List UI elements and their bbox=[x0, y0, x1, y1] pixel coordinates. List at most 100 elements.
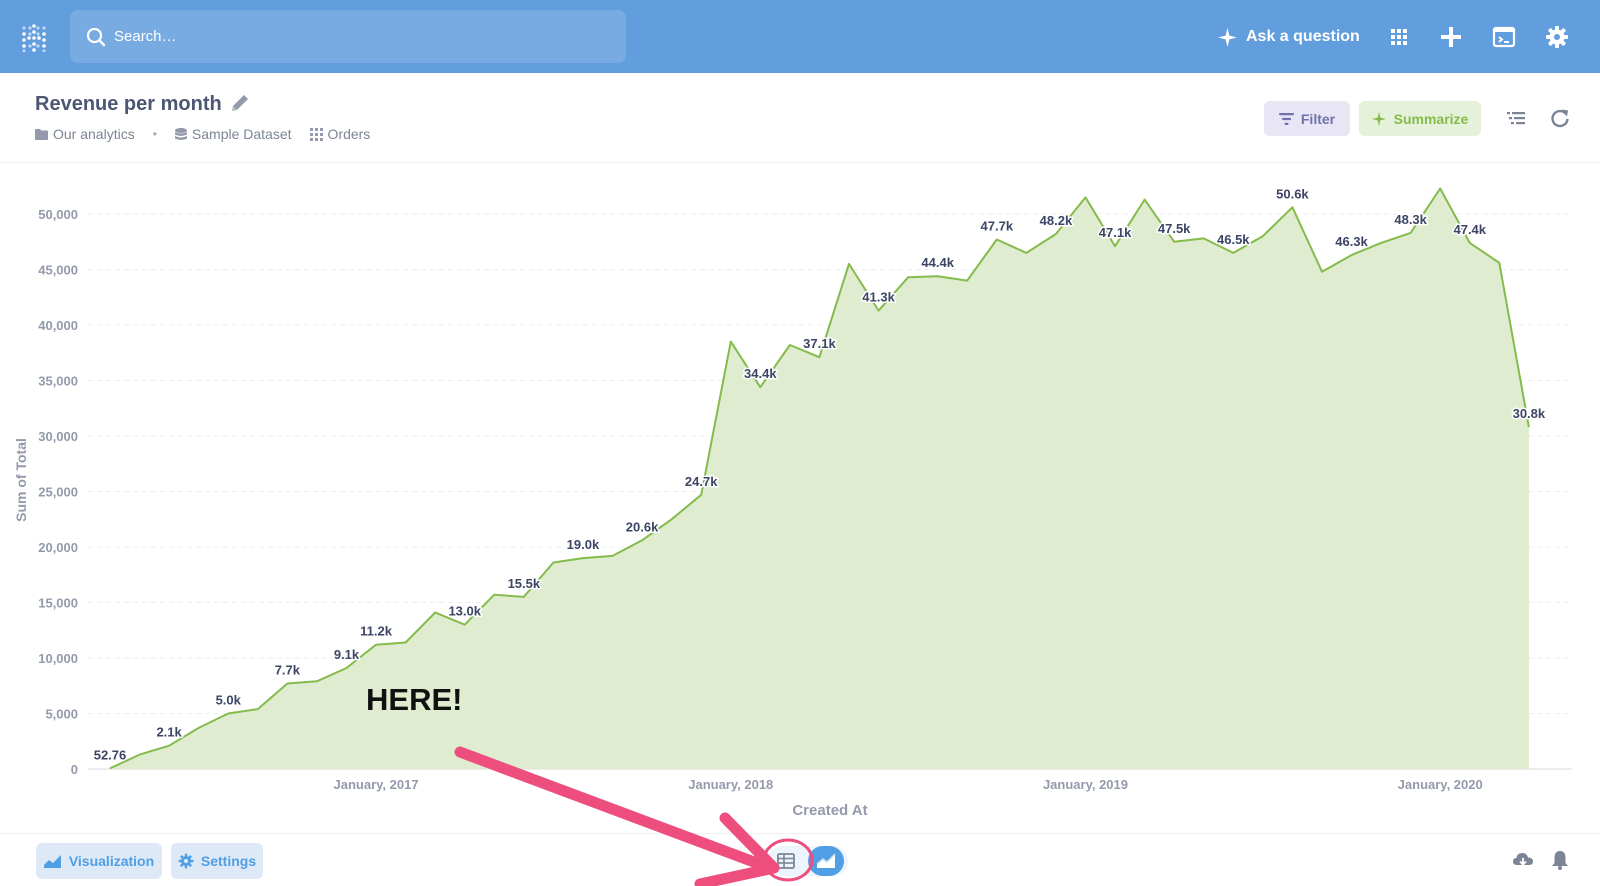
data-point[interactable] bbox=[1052, 230, 1060, 238]
data-point[interactable] bbox=[461, 621, 469, 629]
area-chart-icon bbox=[43, 854, 61, 868]
refresh-icon[interactable] bbox=[1549, 107, 1571, 129]
chart-area: 0 5,000 10,000 15,000 20,000 25,000 30,000 35,0… bbox=[0, 164, 1600, 832]
data-point[interactable] bbox=[195, 724, 203, 732]
data-point[interactable] bbox=[1081, 193, 1089, 201]
data-point[interactable] bbox=[106, 764, 114, 772]
filter-icon bbox=[1278, 112, 1294, 125]
sql-editor-icon[interactable] bbox=[1491, 24, 1517, 50]
summarize-button[interactable]: Summarize bbox=[1359, 101, 1481, 136]
data-point[interactable] bbox=[313, 677, 321, 685]
data-label: 52.76 bbox=[94, 747, 127, 762]
area-chart: 0 5,000 10,000 15,000 20,000 25,000 30,000 35,0… bbox=[13, 184, 1572, 819]
breadcrumb-table[interactable]: Orders bbox=[309, 126, 370, 142]
data-point[interactable] bbox=[1229, 249, 1237, 257]
data-point[interactable] bbox=[904, 273, 912, 281]
data-point[interactable] bbox=[283, 680, 291, 688]
data-point[interactable] bbox=[136, 751, 144, 759]
data-label: 11.2k bbox=[360, 624, 393, 639]
settings-button[interactable]: Settings bbox=[171, 843, 263, 879]
search-icon bbox=[86, 27, 106, 46]
data-point[interactable] bbox=[1348, 251, 1356, 259]
data-label: 41.3k bbox=[862, 290, 895, 305]
data-label: 44.4k bbox=[921, 255, 954, 270]
annotation-label: HERE! bbox=[366, 682, 463, 717]
data-point[interactable] bbox=[668, 515, 676, 523]
data-point[interactable] bbox=[254, 705, 262, 713]
data-point[interactable] bbox=[1466, 239, 1474, 247]
plus-icon[interactable] bbox=[1438, 24, 1464, 50]
data-point[interactable] bbox=[815, 353, 823, 361]
view-toggle bbox=[768, 846, 848, 876]
data-point[interactable] bbox=[579, 554, 587, 562]
table-grid-icon bbox=[309, 127, 323, 141]
x-axis-label[interactable]: Created At bbox=[792, 802, 867, 819]
table-view-icon[interactable] bbox=[774, 849, 798, 873]
breadcrumb-collection[interactable]: Our analytics bbox=[35, 126, 135, 142]
data-point[interactable] bbox=[402, 638, 410, 646]
data-point[interactable] bbox=[1436, 184, 1444, 192]
data-point[interactable] bbox=[993, 236, 1001, 244]
ask-question-button[interactable]: Ask a question bbox=[1218, 24, 1360, 50]
data-point[interactable] bbox=[342, 664, 350, 672]
breadcrumb-separator: • bbox=[152, 127, 157, 141]
filter-button[interactable]: Filter bbox=[1264, 101, 1350, 136]
data-point[interactable] bbox=[1525, 423, 1533, 431]
data-point[interactable] bbox=[1111, 242, 1119, 250]
y-tick-label: 10,000 bbox=[38, 651, 78, 666]
data-point[interactable] bbox=[165, 742, 173, 750]
y-tick-label: 50,000 bbox=[38, 207, 78, 222]
data-point[interactable] bbox=[1377, 239, 1385, 247]
data-point[interactable] bbox=[224, 710, 232, 718]
y-tick-label: 45,000 bbox=[38, 263, 78, 278]
y-tick-label: 25,000 bbox=[38, 485, 78, 500]
data-point[interactable] bbox=[786, 341, 794, 349]
notebook-editor-icon[interactable] bbox=[1505, 107, 1527, 129]
data-point[interactable] bbox=[1200, 234, 1208, 242]
sparkle-icon bbox=[1218, 27, 1237, 47]
data-point[interactable] bbox=[1495, 259, 1503, 267]
y-axis-label[interactable]: Sum of Total bbox=[13, 438, 29, 522]
data-point[interactable] bbox=[845, 260, 853, 268]
download-icon[interactable] bbox=[1512, 849, 1534, 871]
data-point[interactable] bbox=[697, 491, 705, 499]
data-point[interactable] bbox=[1288, 203, 1296, 211]
data-point[interactable] bbox=[520, 593, 528, 601]
data-point[interactable] bbox=[638, 536, 646, 544]
metabase-logo-icon[interactable] bbox=[20, 24, 48, 52]
data-label: 19.0k bbox=[567, 537, 600, 552]
data-label: 9.1k bbox=[334, 647, 360, 662]
data-point[interactable] bbox=[1141, 196, 1149, 204]
gear-icon[interactable] bbox=[1544, 24, 1570, 50]
breadcrumb-database[interactable]: Sample Dataset bbox=[174, 126, 292, 142]
pencil-icon[interactable] bbox=[228, 91, 252, 115]
search-input[interactable] bbox=[114, 28, 594, 45]
data-point[interactable] bbox=[1170, 238, 1178, 246]
data-point[interactable] bbox=[431, 608, 439, 616]
bell-icon[interactable] bbox=[1549, 849, 1571, 871]
data-point[interactable] bbox=[609, 552, 617, 560]
data-label: 13.0k bbox=[448, 604, 481, 619]
data-point[interactable] bbox=[875, 307, 883, 315]
apps-grid-icon[interactable] bbox=[1386, 24, 1412, 50]
data-point[interactable] bbox=[490, 591, 498, 599]
visualization-button[interactable]: Visualization bbox=[36, 843, 162, 879]
data-point[interactable] bbox=[963, 277, 971, 285]
data-point[interactable] bbox=[756, 383, 764, 391]
data-point[interactable] bbox=[549, 559, 557, 567]
data-point[interactable] bbox=[1259, 232, 1267, 240]
data-point[interactable] bbox=[934, 272, 942, 280]
data-point[interactable] bbox=[1318, 268, 1326, 276]
page-title[interactable]: Revenue per month bbox=[35, 93, 222, 116]
data-label: 34.4k bbox=[744, 366, 777, 381]
data-label: 47.4k bbox=[1453, 222, 1486, 237]
y-tick-label: 0 bbox=[71, 762, 78, 777]
data-point[interactable] bbox=[727, 338, 735, 346]
data-point[interactable] bbox=[372, 641, 380, 649]
search-bar[interactable] bbox=[70, 10, 626, 63]
chart-view-toggle[interactable] bbox=[808, 846, 844, 876]
data-point[interactable] bbox=[1407, 229, 1415, 237]
data-label: 5.0k bbox=[216, 693, 242, 708]
database-icon bbox=[174, 127, 187, 140]
data-point[interactable] bbox=[1022, 249, 1030, 257]
